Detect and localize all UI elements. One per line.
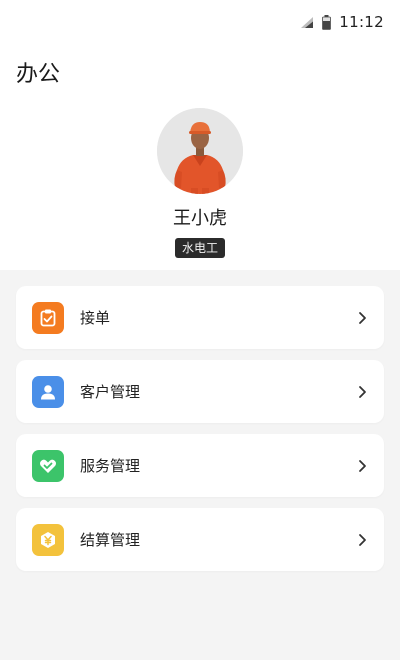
role-badge: 水电工 <box>174 238 225 258</box>
status-bar: 11:12 <box>0 0 400 44</box>
menu-item-service-management[interactable]: 服务管理 <box>16 434 384 497</box>
page-title: 办公 <box>16 62 61 87</box>
menu-item-label: 结算管理 <box>80 531 141 549</box>
menu-item-label: 客户管理 <box>80 383 141 401</box>
chevron-right-icon <box>359 311 366 324</box>
profile-section: 王小虎 水电工 <box>0 108 400 258</box>
yen-coin-icon <box>32 523 64 556</box>
signal-icon <box>301 16 314 28</box>
chevron-right-icon <box>359 385 366 398</box>
avatar[interactable] <box>157 108 243 194</box>
menu-item-orders[interactable]: 接单 <box>16 286 384 349</box>
menu-item-settlement-management[interactable]: 结算管理 <box>16 508 384 571</box>
status-time: 11:12 <box>339 13 384 31</box>
chevron-right-icon <box>359 459 366 472</box>
battery-icon <box>322 14 332 30</box>
user-name: 王小虎 <box>173 208 227 229</box>
chevron-right-icon <box>359 533 366 546</box>
menu-item-customer-management[interactable]: 客户管理 <box>16 360 384 423</box>
clipboard-check-icon <box>32 301 64 334</box>
menu-list: 接单 客户管理 服务管理 结算管理 <box>0 270 400 660</box>
menu-item-label: 服务管理 <box>80 457 141 475</box>
menu-item-label: 接单 <box>80 309 111 327</box>
avatar-photo-icon <box>157 108 243 194</box>
person-icon <box>32 375 64 408</box>
heart-check-icon <box>32 449 64 482</box>
